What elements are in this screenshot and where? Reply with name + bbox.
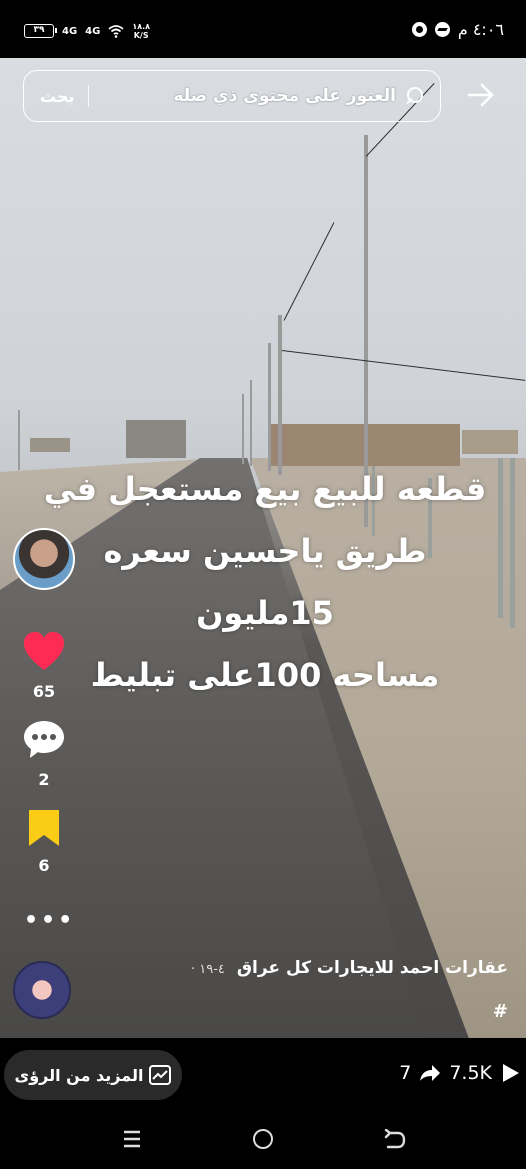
record-icon — [411, 22, 427, 37]
heart-icon — [24, 632, 64, 670]
insights-bar: المزيد من الرؤى 7 7.5K — [0, 1038, 526, 1110]
play-icon — [503, 1064, 519, 1082]
hashtag[interactable]: # — [493, 1001, 508, 1022]
building — [126, 420, 186, 458]
bookmark-icon — [29, 810, 59, 846]
utility-pole — [268, 343, 271, 471]
messenger-icon — [434, 22, 450, 37]
channel-name[interactable]: عقارات احمد للايجارات كل عراق — [237, 958, 508, 978]
search-input[interactable]: العثور على محتوى ذي صلة — [103, 86, 396, 106]
system-nav-bar — [0, 1110, 526, 1169]
favorite-button[interactable]: 6 — [18, 808, 70, 875]
battery-icon: ٣٩ — [24, 24, 57, 38]
comment-count: 2 — [38, 770, 50, 789]
wifi-icon — [108, 24, 124, 38]
building — [30, 438, 70, 452]
comment-button[interactable]: 2 — [18, 718, 70, 789]
status-right: ٤:٠٦ م — [411, 20, 504, 39]
utility-pole — [278, 315, 282, 475]
signal-icon-1: 4G — [62, 25, 78, 37]
post-date: ٤-١٩ · — [190, 962, 225, 977]
recent-apps-icon[interactable] — [122, 1130, 142, 1148]
search-divider — [88, 85, 90, 107]
favorite-count: 6 — [38, 856, 50, 875]
status-bar: ٣٩ 4G 4G ١٨.٨ K/S ٤:٠٦ م — [0, 0, 526, 58]
insights-label: المزيد من الرؤى — [14, 1065, 144, 1085]
home-icon[interactable] — [253, 1129, 273, 1149]
trend-chart-icon — [149, 1065, 172, 1085]
signal-icon-2: 4G — [85, 25, 101, 37]
comment-icon — [24, 721, 64, 758]
more-options-icon[interactable]: ••• — [24, 908, 75, 933]
share-arrow-icon — [420, 1065, 441, 1081]
search-icon — [404, 86, 424, 106]
caption-line-3: مساحه 100على تبليط — [90, 656, 440, 694]
power-line — [281, 350, 526, 381]
utility-pole — [242, 394, 244, 464]
video-stats: 7 7.5K — [399, 1062, 520, 1084]
net-speed-unit: K/S — [133, 31, 149, 40]
building — [462, 430, 518, 454]
channel-avatar[interactable] — [13, 961, 71, 1019]
creator-avatar[interactable] — [13, 528, 75, 590]
net-speed: ١٨.٨ K/S — [132, 22, 150, 40]
back-icon[interactable] — [384, 1129, 406, 1149]
arrow-right-icon[interactable] — [466, 80, 496, 110]
more-insights-button[interactable]: المزيد من الرؤى — [4, 1050, 182, 1100]
power-line — [283, 222, 335, 321]
net-speed-value: ١٨.٨ — [132, 22, 151, 31]
caption-line-1: قطعه للبيع بيع مستعجل في — [43, 470, 487, 508]
like-count: 65 — [32, 682, 56, 701]
video-caption: قطعه للبيع بيع مستعجل في طريق ياحسين سعر… — [30, 458, 500, 706]
search-bar[interactable]: العثور على محتوى ذي صلة بحث — [23, 70, 441, 122]
status-left: ٣٩ 4G 4G ١٨.٨ K/S — [24, 22, 150, 40]
search-button[interactable]: بحث — [40, 87, 74, 106]
fence-post — [510, 458, 515, 628]
utility-pole — [250, 380, 252, 466]
channel-info[interactable]: عقارات احمد للايجارات كل عراق ٤-١٩ · — [191, 958, 508, 978]
utility-pole — [18, 410, 20, 470]
share-count: 7 — [399, 1062, 412, 1084]
like-button[interactable]: 65 — [18, 630, 70, 701]
clock: ٤:٠٦ م — [457, 20, 504, 39]
caption-line-2: طريق ياحسين سعره 15مليون — [103, 532, 427, 632]
view-count: 7.5K — [449, 1062, 492, 1084]
